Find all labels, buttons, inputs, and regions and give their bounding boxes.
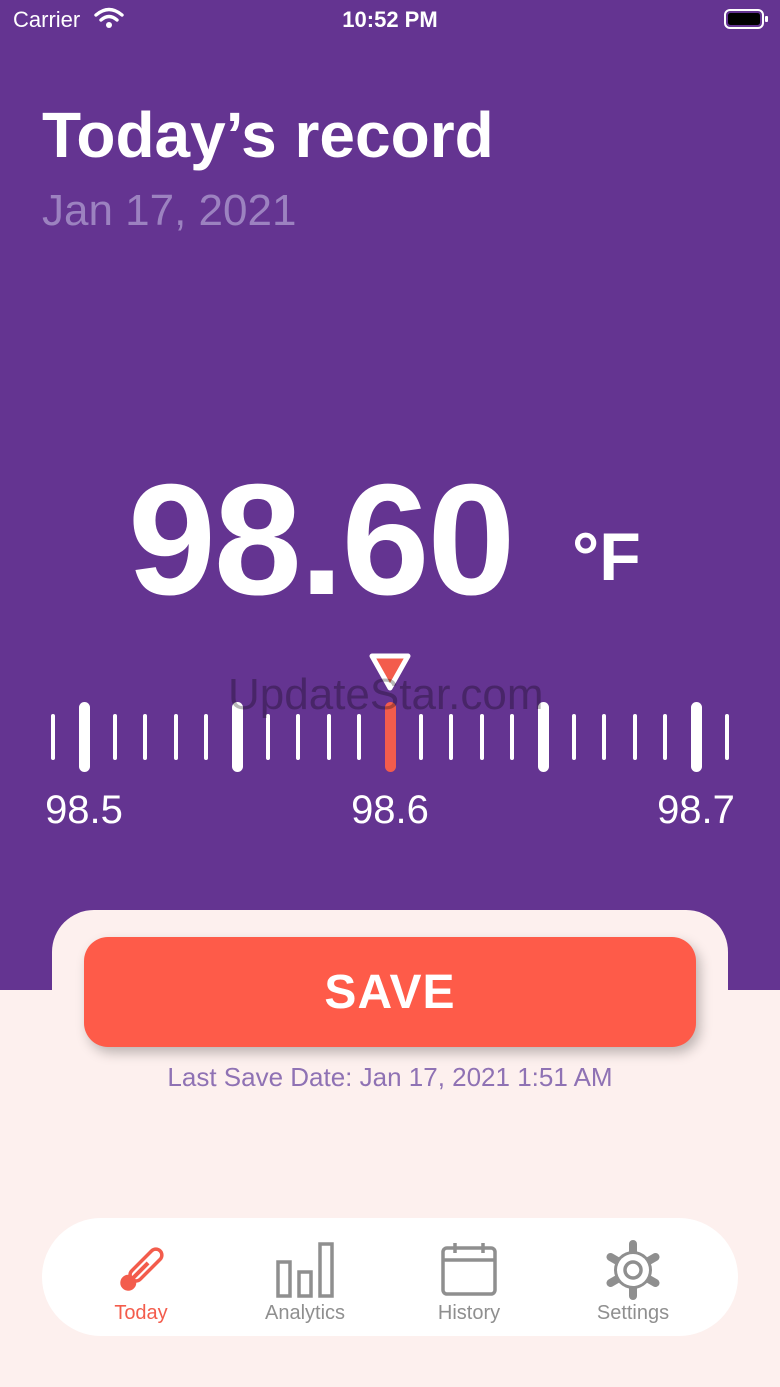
ruler-tick xyxy=(357,714,362,760)
page-title: Today’s record xyxy=(42,99,494,171)
gear-icon xyxy=(606,1240,660,1300)
temperature-value: 98.60 xyxy=(128,452,515,628)
tab-bar: Today Analytics History Settings xyxy=(42,1218,738,1336)
ruler-tick xyxy=(571,714,576,760)
temperature-unit: °F xyxy=(572,519,641,595)
last-save-date: Last Save Date: Jan 17, 2021 1:51 AM xyxy=(167,1062,613,1092)
ruler-tick xyxy=(296,714,301,760)
record-date: Jan 17, 2021 xyxy=(42,186,297,235)
ruler-tick xyxy=(690,702,702,772)
tab-history[interactable]: History xyxy=(394,1218,544,1336)
ruler-tick xyxy=(326,714,331,760)
status-time: 10:52 PM xyxy=(342,7,438,32)
ruler-tick xyxy=(143,714,148,760)
ruler-tick xyxy=(112,714,117,760)
ruler-tick xyxy=(51,714,56,760)
status-bar: Carrier 10:52 PM xyxy=(0,0,780,40)
watermark: UpdateStar.com xyxy=(228,670,544,719)
ruler-label: 98.5 xyxy=(47,788,123,830)
ruler-tick xyxy=(602,714,607,760)
tab-settings[interactable]: Settings xyxy=(558,1218,708,1336)
battery-icon xyxy=(724,8,770,35)
bar-chart-icon xyxy=(276,1242,334,1298)
ruler-tick xyxy=(204,714,209,760)
save-button[interactable]: SAVE xyxy=(84,937,696,1047)
tab-label: Analytics xyxy=(264,1302,346,1324)
ruler-label: 98.7 xyxy=(657,788,733,830)
tab-today[interactable]: Today xyxy=(66,1218,216,1336)
ruler-tick xyxy=(724,714,729,760)
ruler-tick xyxy=(265,714,270,760)
tab-label: Today xyxy=(114,1302,168,1324)
ruler-tick xyxy=(173,714,178,760)
ruler-tick xyxy=(479,714,484,760)
calendar-icon xyxy=(441,1243,497,1296)
thermometer-icon xyxy=(120,1247,164,1291)
ruler-tick xyxy=(78,702,90,772)
tab-analytics[interactable]: Analytics xyxy=(230,1218,380,1336)
ruler-label: 98.6 xyxy=(351,788,429,830)
tab-label: Settings xyxy=(596,1302,670,1324)
ruler-tick xyxy=(632,714,637,760)
ruler-tick xyxy=(510,714,515,760)
ruler-tick xyxy=(418,714,423,760)
tab-label: History xyxy=(437,1302,501,1324)
ruler-tick xyxy=(663,714,668,760)
ruler-tick xyxy=(449,714,454,760)
